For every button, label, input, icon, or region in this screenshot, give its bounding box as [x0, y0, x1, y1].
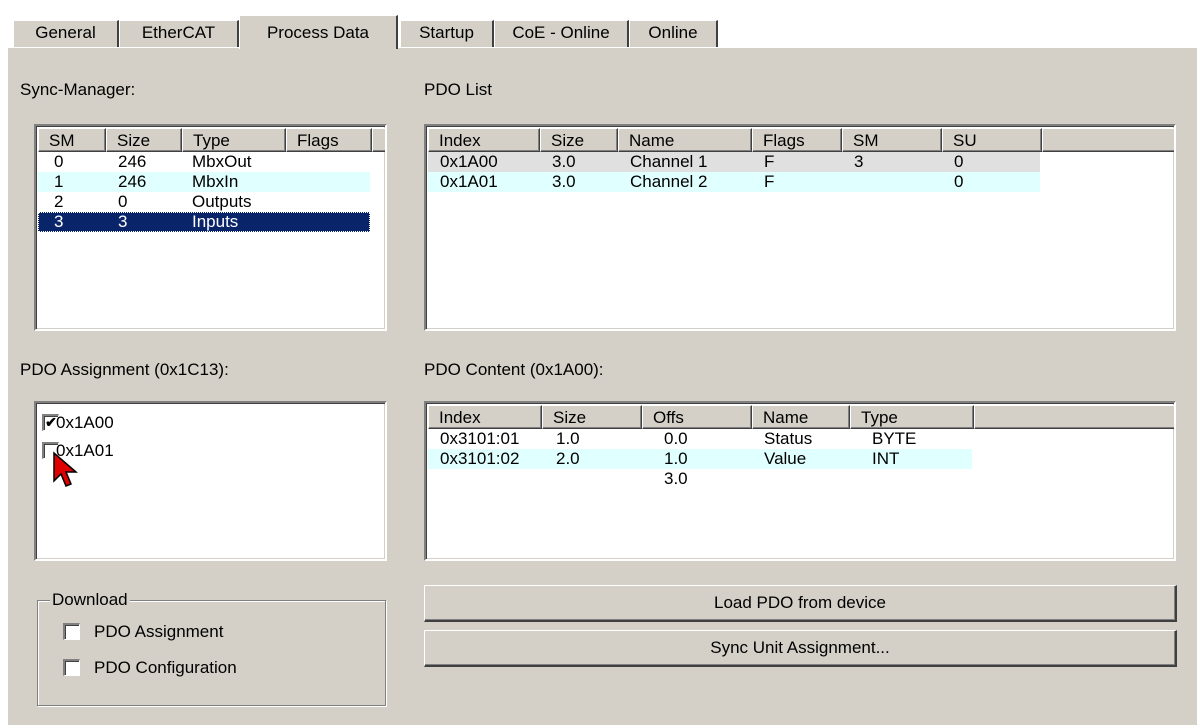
sm-cell: 3 [54, 212, 64, 231]
column-header-size[interactable]: Size [106, 128, 182, 152]
size-cell: 2.0 [556, 449, 580, 468]
tab-label: General [35, 23, 96, 42]
flags-cell: F [764, 152, 775, 171]
pdo-list[interactable]: Index Size Name Flags SM SU 0x1A00 3.0 C… [424, 124, 1176, 331]
name-cell: Channel 1 [630, 152, 708, 171]
column-header-name[interactable]: Name [618, 128, 752, 152]
type-cell: Inputs [192, 212, 239, 231]
offs-cell: 0.0 [664, 429, 688, 448]
su-cell: 0 [954, 172, 964, 191]
sync-unit-assignment-button[interactable]: Sync Unit Assignment... [424, 630, 1177, 667]
tab-label: Process Data [266, 23, 370, 42]
sync-manager-label: Sync-Manager: [20, 80, 136, 99]
column-header-index[interactable]: Index [428, 405, 542, 429]
table-row[interactable]: 1 246 MbxIn [38, 172, 370, 192]
table-row[interactable]: 0 246 MbxOut [38, 152, 370, 172]
column-header-size[interactable]: Size [540, 128, 618, 152]
table-row[interactable]: 2 0 Outputs [38, 192, 370, 212]
type-cell: BYTE [872, 429, 917, 448]
pdo-content-label: PDO Content (0x1A00): [424, 360, 604, 379]
index-cell: 0x3101:02 [440, 449, 520, 468]
type-cell: INT [872, 449, 900, 468]
table-row[interactable]: 0x1A01 3.0 Channel 2 F 0 [428, 172, 1040, 192]
type-cell: Outputs [192, 192, 252, 211]
sync-manager-list[interactable]: SM Size Type Flags 0 246 MbxOut 1 246 Mb… [34, 124, 387, 331]
column-header-flags[interactable]: Flags [752, 128, 842, 152]
type-cell: MbxOut [192, 152, 252, 171]
column-header-size[interactable]: Size [542, 405, 642, 429]
sm-cell: 0 [54, 152, 64, 171]
tab-label: EtherCAT [141, 23, 216, 42]
column-header-sm[interactable]: SM [842, 128, 942, 152]
tab-strip: General EtherCAT Process Data Startup Co… [0, 0, 1197, 49]
pdo-assignment-label: PDO Assignment (0x1C13): [20, 360, 229, 379]
tab-label: Online [648, 23, 698, 42]
tab-label: Startup [419, 23, 474, 42]
download-title: Download [50, 590, 130, 610]
column-header-type[interactable]: Type [182, 128, 286, 152]
sm-cell: 2 [54, 192, 64, 211]
size-cell: 1.0 [556, 429, 580, 448]
tab-coe-online[interactable]: CoE - Online [494, 20, 629, 47]
index-cell: 0x3101:01 [440, 429, 520, 448]
tab-startup[interactable]: Startup [400, 20, 494, 47]
pdo-content-header: Index Size Offs Name Type [428, 405, 1174, 429]
index-cell: 0x1A01 [440, 172, 498, 191]
tab-label: CoE - Online [512, 23, 610, 42]
column-header-type[interactable]: Type [850, 405, 974, 429]
name-cell: Status [764, 429, 813, 448]
tab-general[interactable]: General [13, 20, 119, 47]
column-header-name[interactable]: Name [752, 405, 850, 429]
column-header-sm[interactable]: SM [38, 128, 106, 152]
column-header-su[interactable]: SU [942, 128, 1042, 152]
index-cell: 0x1A00 [440, 152, 498, 171]
table-row-selected[interactable]: 3 3 Inputs [38, 212, 370, 232]
size-cell: 3.0 [552, 152, 576, 171]
load-pdo-button[interactable]: Load PDO from device [424, 585, 1177, 622]
pdo-content-list[interactable]: Index Size Offs Name Type 0x3101:01 1.0 … [424, 401, 1176, 561]
su-cell: 0 [954, 152, 964, 171]
table-row[interactable]: 0x3101:02 2.0 1.0 Value INT [428, 449, 972, 469]
tab-ethercat[interactable]: EtherCAT [119, 20, 239, 47]
download-groupbox [37, 600, 386, 706]
column-header-empty [372, 128, 385, 152]
tab-process-data[interactable]: Process Data [239, 15, 398, 49]
table-row[interactable]: 0x3101:01 1.0 0.0 Status BYTE [428, 429, 972, 449]
download-option-label: PDO Assignment [94, 622, 224, 641]
offs-cell: 3.0 [664, 469, 688, 488]
sm-cell: 3 [854, 152, 864, 171]
name-cell: Channel 2 [630, 172, 708, 191]
offs-cell: 1.0 [664, 449, 688, 468]
column-header-index[interactable]: Index [428, 128, 540, 152]
column-header-offs[interactable]: Offs [642, 405, 752, 429]
size-cell: 3.0 [552, 172, 576, 191]
table-row-total: 3.0 [428, 469, 972, 489]
column-header-empty [974, 405, 1174, 429]
pdo-assignment-item-label: 0x1A00 [56, 413, 114, 432]
sync-manager-header: SM Size Type Flags [38, 128, 385, 152]
checkbox-unchecked[interactable] [63, 623, 80, 640]
column-header-flags[interactable]: Flags [286, 128, 372, 152]
pdo-list-header: Index Size Name Flags SM SU [428, 128, 1174, 152]
sm-cell: 1 [54, 172, 64, 191]
table-row[interactable]: 0x1A00 3.0 Channel 1 F 3 0 [428, 152, 1040, 172]
size-cell: 246 [118, 152, 147, 171]
mouse-pointer-icon [53, 451, 79, 487]
flags-cell: F [764, 172, 775, 191]
pdo-list-label: PDO List [424, 80, 493, 99]
column-header-empty [1042, 128, 1174, 152]
type-cell: MbxIn [192, 172, 239, 191]
tab-online[interactable]: Online [629, 20, 718, 47]
size-cell: 246 [118, 172, 147, 191]
size-cell: 0 [118, 192, 128, 211]
name-cell: Value [764, 449, 807, 468]
size-cell: 3 [118, 212, 128, 231]
checkbox-unchecked[interactable] [63, 659, 80, 676]
download-option-label: PDO Configuration [94, 658, 237, 677]
pdo-assignment-list[interactable]: ✔ 0x1A00 0x1A01 [34, 401, 387, 561]
